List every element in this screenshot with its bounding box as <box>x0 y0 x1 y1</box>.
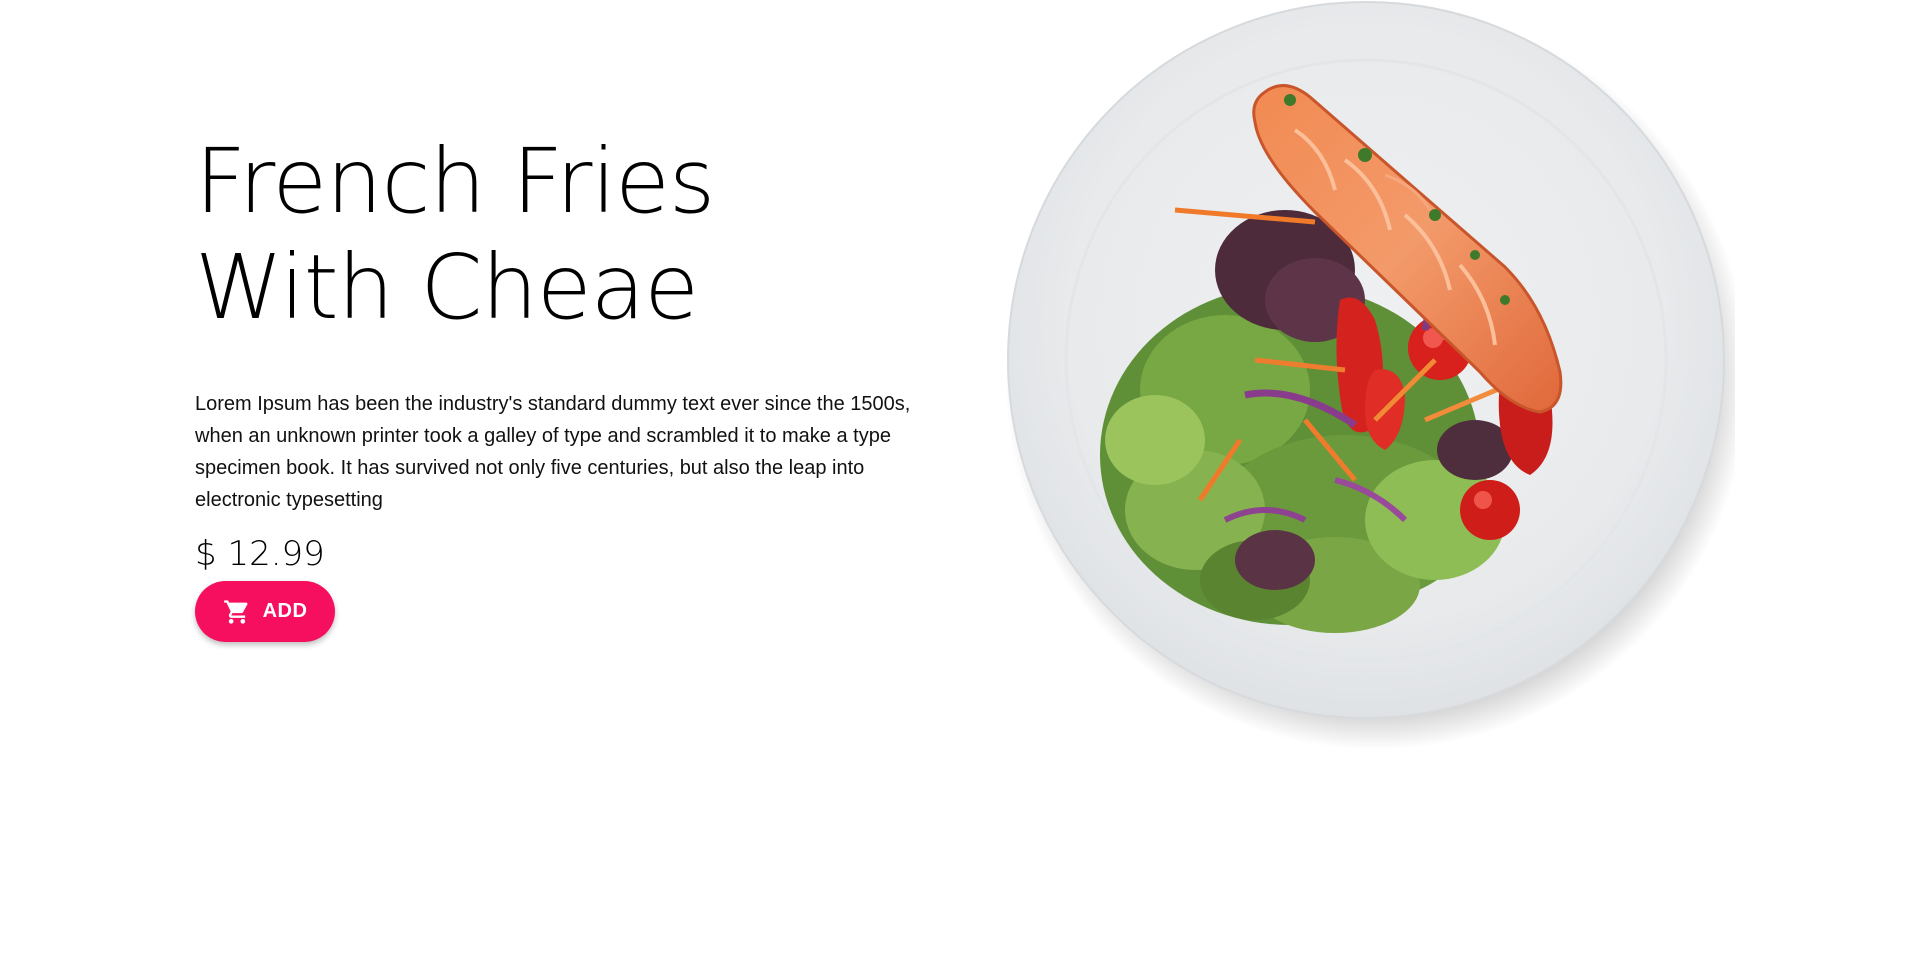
product-title: French Fries With Cheae <box>195 129 715 339</box>
product-page: French Fries With Cheae Lorem Ipsum has … <box>0 0 1920 972</box>
product-image <box>1005 0 1735 760</box>
shopping-cart-icon <box>223 598 251 626</box>
product-info: French Fries With Cheae Lorem Ipsum has … <box>195 128 915 574</box>
product-price: $ 12.99 <box>195 534 325 574</box>
add-to-cart-button[interactable]: ADD <box>195 581 335 642</box>
plate-of-salmon-salad-image <box>1005 1 1735 750</box>
product-description: Lorem Ipsum has been the industry's stan… <box>195 393 911 511</box>
add-button-label: ADD <box>262 600 308 622</box>
